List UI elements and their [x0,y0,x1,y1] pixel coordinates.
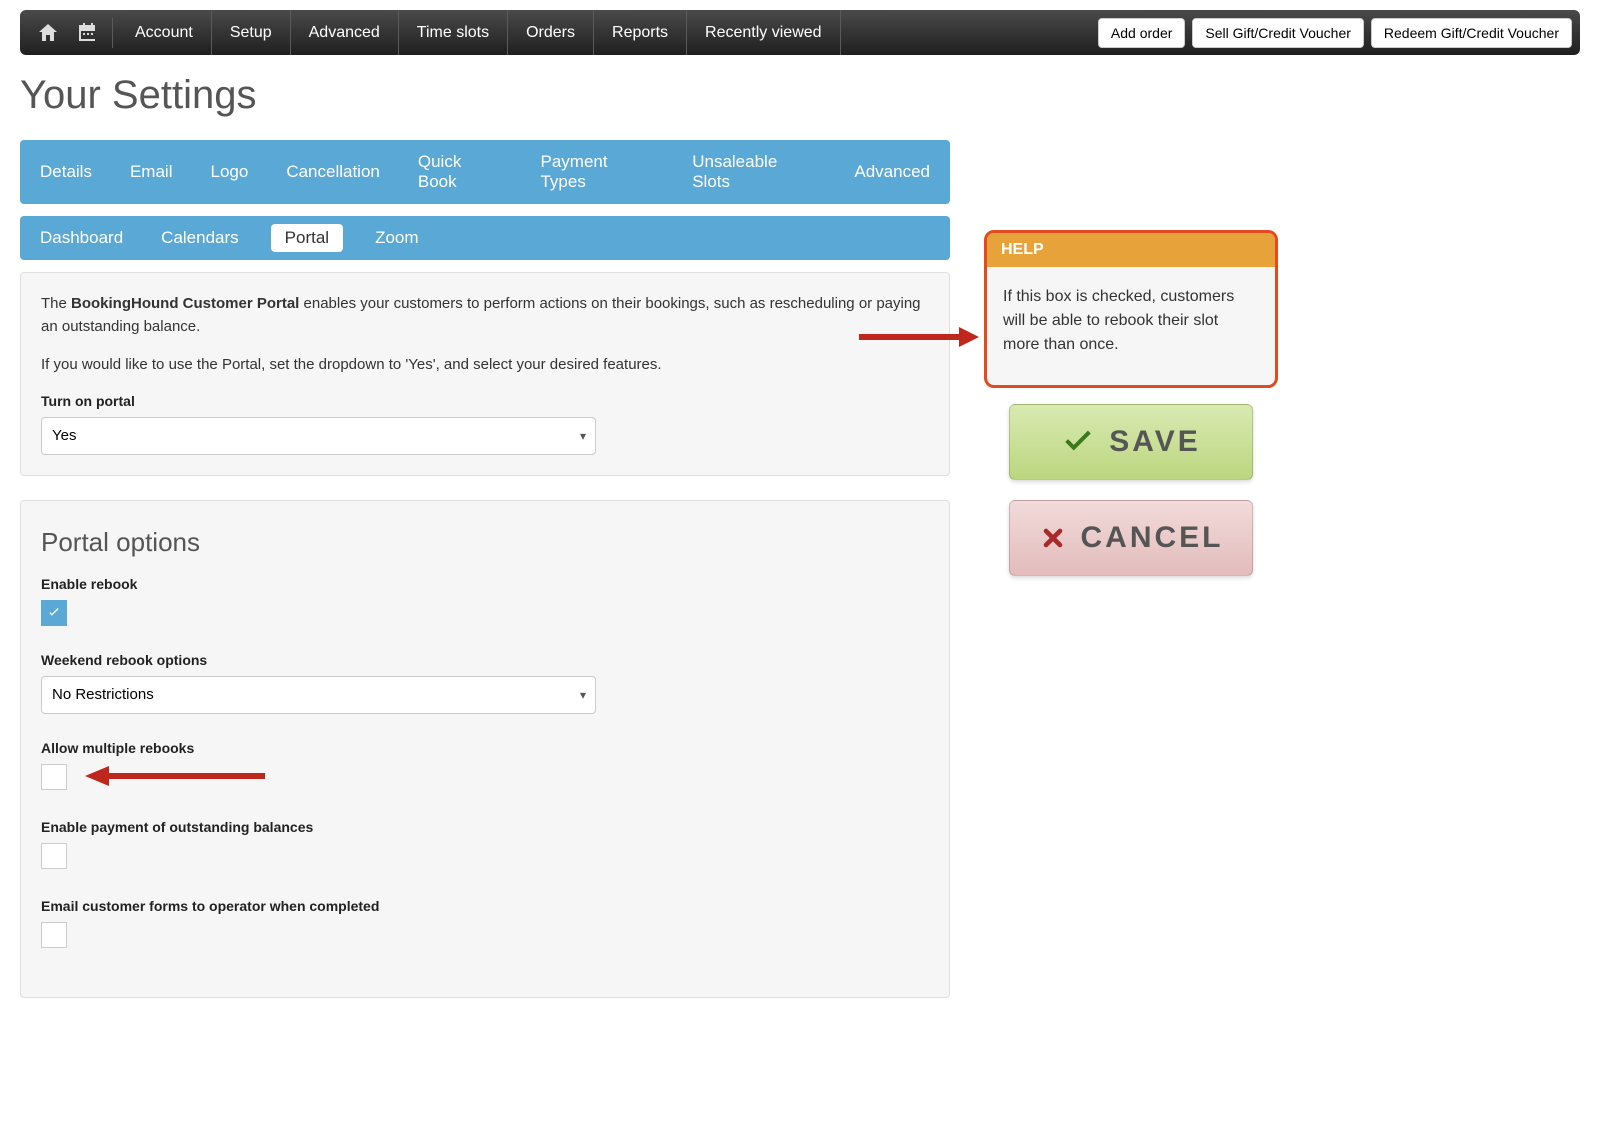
tab-advanced-settings[interactable]: Advanced [848,158,936,186]
close-icon [1039,524,1067,552]
calendar-icon[interactable] [68,10,108,55]
top-navbar: Account Setup Advanced Time slots Orders… [20,10,1580,55]
weekend-rebook-select[interactable]: No Restrictions [41,676,596,714]
turn-on-portal-select[interactable]: Yes [41,417,596,455]
nav-setup[interactable]: Setup [212,10,291,55]
cancel-button[interactable]: CANCEL [1009,500,1253,576]
tab-details[interactable]: Details [34,158,98,186]
enable-payment-checkbox[interactable] [41,843,67,869]
email-forms-label: Email customer forms to operator when co… [41,898,929,914]
help-body: If this box is checked, customers will b… [987,267,1275,385]
email-forms-checkbox[interactable] [41,922,67,948]
tab-quick-book[interactable]: Quick Book [412,148,509,196]
tab-cancellation[interactable]: Cancellation [280,158,386,186]
redeem-voucher-button[interactable]: Redeem Gift/Credit Voucher [1371,18,1572,48]
help-title: HELP [987,233,1275,267]
portal-options-panel: Portal options Enable rebook Weekend reb… [20,500,950,998]
tab-payment-types[interactable]: Payment Types [534,148,660,196]
settings-tabs-secondary: Dashboard Calendars Portal Zoom [20,216,950,260]
tab-unsaleable-slots[interactable]: Unsaleable Slots [686,148,822,196]
help-box: HELP If this box is checked, customers w… [984,230,1278,388]
page-title: Your Settings [20,73,1580,118]
allow-multiple-rebooks-label: Allow multiple rebooks [41,740,929,756]
nav-account[interactable]: Account [117,10,212,55]
enable-rebook-checkbox[interactable] [41,600,67,626]
tab-calendars[interactable]: Calendars [155,224,245,252]
tab-email[interactable]: Email [124,158,179,186]
allow-multiple-rebooks-checkbox[interactable] [41,764,67,790]
save-button[interactable]: SAVE [1009,404,1253,480]
portal-intro-text: The BookingHound Customer Portal enables… [41,293,929,338]
turn-on-portal-label: Turn on portal [41,393,929,409]
nav-advanced[interactable]: Advanced [291,10,399,55]
check-icon [1061,425,1095,459]
nav-time-slots[interactable]: Time slots [399,10,508,55]
portal-intro-panel: The BookingHound Customer Portal enables… [20,272,950,476]
settings-tabs-primary: Details Email Logo Cancellation Quick Bo… [20,140,950,204]
help-arrow-icon [859,325,979,349]
tab-dashboard[interactable]: Dashboard [34,224,129,252]
tab-zoom[interactable]: Zoom [369,224,424,252]
enable-payment-label: Enable payment of outstanding balances [41,819,929,835]
weekend-rebook-label: Weekend rebook options [41,652,929,668]
portal-options-title: Portal options [41,527,929,558]
tab-logo[interactable]: Logo [204,158,254,186]
nav-reports[interactable]: Reports [594,10,687,55]
home-icon[interactable] [28,10,68,55]
sell-voucher-button[interactable]: Sell Gift/Credit Voucher [1192,18,1364,48]
checkbox-arrow-icon [85,764,265,788]
check-icon [46,605,62,621]
nav-recently-viewed[interactable]: Recently viewed [687,10,841,55]
add-order-button[interactable]: Add order [1098,18,1185,48]
nav-orders[interactable]: Orders [508,10,594,55]
portal-intro-line2: If you would like to use the Portal, set… [41,354,929,377]
tab-portal[interactable]: Portal [271,224,343,252]
enable-rebook-label: Enable rebook [41,576,929,592]
